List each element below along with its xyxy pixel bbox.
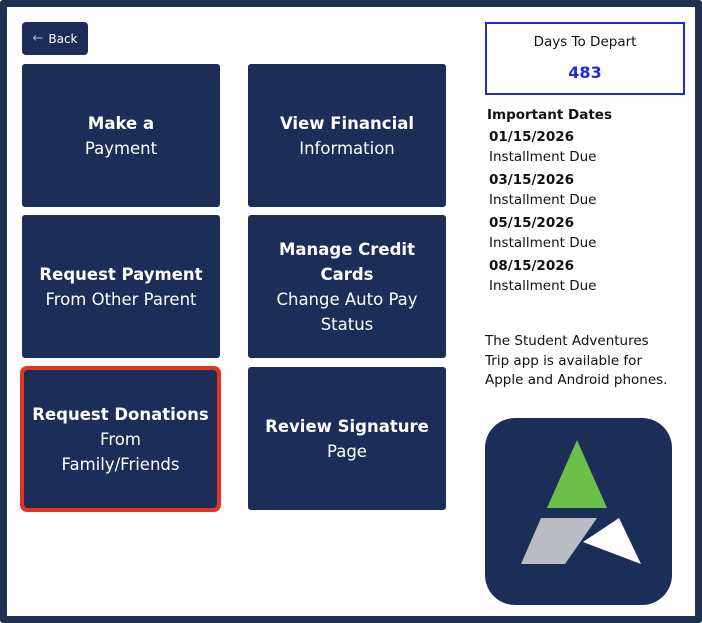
manage-credit-cards-button[interactable]: Manage Credit Cards Change Auto Pay Stat… <box>248 215 446 358</box>
tile-title: Manage Credit Cards <box>279 239 415 284</box>
tile-subtitle: Page <box>327 441 367 461</box>
view-financial-information-button[interactable]: View Financial Information <box>248 64 446 207</box>
date-entry: 05/15/2026 Installment Due <box>487 213 687 253</box>
tile-title: View Financial <box>279 113 415 133</box>
request-donations-button[interactable]: Request Donations From Family/Friends <box>20 366 221 512</box>
tile-subtitle: From Family/Friends <box>61 429 180 474</box>
tile-title: Request Donations <box>32 404 209 424</box>
date-value: 03/15/2026 <box>489 172 575 188</box>
date-label: Installment Due <box>489 149 597 165</box>
important-dates: Important Dates 01/15/2026 Installment D… <box>487 106 687 296</box>
tile-title: Make a <box>87 113 155 133</box>
app-logo-graphic <box>521 440 641 564</box>
make-payment-button[interactable]: Make a Payment <box>22 64 220 207</box>
logo-green-triangle <box>547 440 607 508</box>
tile-subtitle: Payment <box>84 138 158 158</box>
back-button[interactable]: ← Back <box>22 22 88 55</box>
tile-title: Review Signature <box>265 416 429 436</box>
date-label: Installment Due <box>489 192 597 208</box>
request-payment-button[interactable]: Request Payment From Other Parent <box>22 215 220 358</box>
date-value: 08/15/2026 <box>489 258 575 274</box>
tile-subtitle: Information <box>299 138 395 158</box>
date-label: Installment Due <box>489 278 597 294</box>
days-to-depart-label: Days To Depart <box>533 34 637 50</box>
app-logo-icon <box>485 418 672 605</box>
tile-subtitle: Change Auto Pay Status <box>276 289 418 334</box>
app-availability-note: The Student Adventures Trip app is avail… <box>485 333 668 388</box>
date-value: 01/15/2026 <box>489 129 575 145</box>
days-to-depart-value: 483 <box>568 63 602 82</box>
days-to-depart-box: Days To Depart 483 <box>485 22 685 95</box>
back-arrow-icon: ← <box>32 31 44 46</box>
tile-subtitle: From Other Parent <box>45 289 197 309</box>
date-entry: 08/15/2026 Installment Due <box>487 256 687 296</box>
date-entry: 01/15/2026 Installment Due <box>487 127 687 167</box>
important-dates-heading: Important Dates <box>487 107 612 123</box>
review-signature-page-button[interactable]: Review Signature Page <box>248 367 446 510</box>
back-button-label: Back <box>48 31 78 46</box>
date-value: 05/15/2026 <box>489 215 575 231</box>
date-label: Installment Due <box>489 235 597 251</box>
date-entry: 03/15/2026 Installment Due <box>487 170 687 210</box>
tile-title: Request Payment <box>39 264 203 284</box>
